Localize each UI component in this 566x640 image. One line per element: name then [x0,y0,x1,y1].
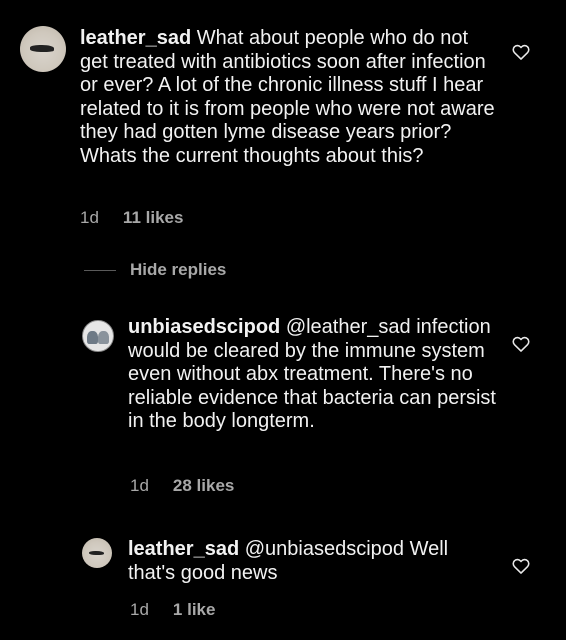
reply: unbiasedscipod @leather_sad infection wo… [0,300,566,510]
avatar[interactable] [20,26,66,72]
reply-likes[interactable]: 1 like [173,600,216,620]
reply-username[interactable]: leather_sad [128,538,239,560]
divider-line [84,269,116,271]
comment: leather_sad What about people who do not… [0,0,566,240]
reply-time: 1d [130,600,149,619]
comment-likes[interactable]: 11 likes [123,208,184,228]
avatar[interactable] [82,538,112,568]
hide-replies-toggle[interactable]: Hide replies [84,260,226,280]
reply-likes[interactable]: 28 likes [173,476,234,496]
reply: leather_sad @unbiasedscipod Well that's … [0,530,566,640]
reply-meta: 1d 28 likes [130,476,234,496]
reply-body: unbiasedscipod @leather_sad infection wo… [128,316,498,434]
heart-outline-icon[interactable] [511,42,531,62]
hide-replies-label[interactable]: Hide replies [130,260,226,280]
heart-outline-icon[interactable] [511,334,531,354]
heart-outline-icon[interactable] [511,556,531,576]
reply-time: 1d [130,476,149,495]
reply-meta: 1d 1 like [130,600,215,620]
reply-username[interactable]: unbiasedscipod [128,316,280,338]
comment-time: 1d [80,208,99,227]
reply-body: leather_sad @unbiasedscipod Well that's … [128,538,498,585]
comment-username[interactable]: leather_sad [80,27,191,49]
comment-body: leather_sad What about people who do not… [80,27,500,168]
comment-meta: 1d 11 likes [80,208,183,228]
avatar[interactable] [82,320,114,352]
